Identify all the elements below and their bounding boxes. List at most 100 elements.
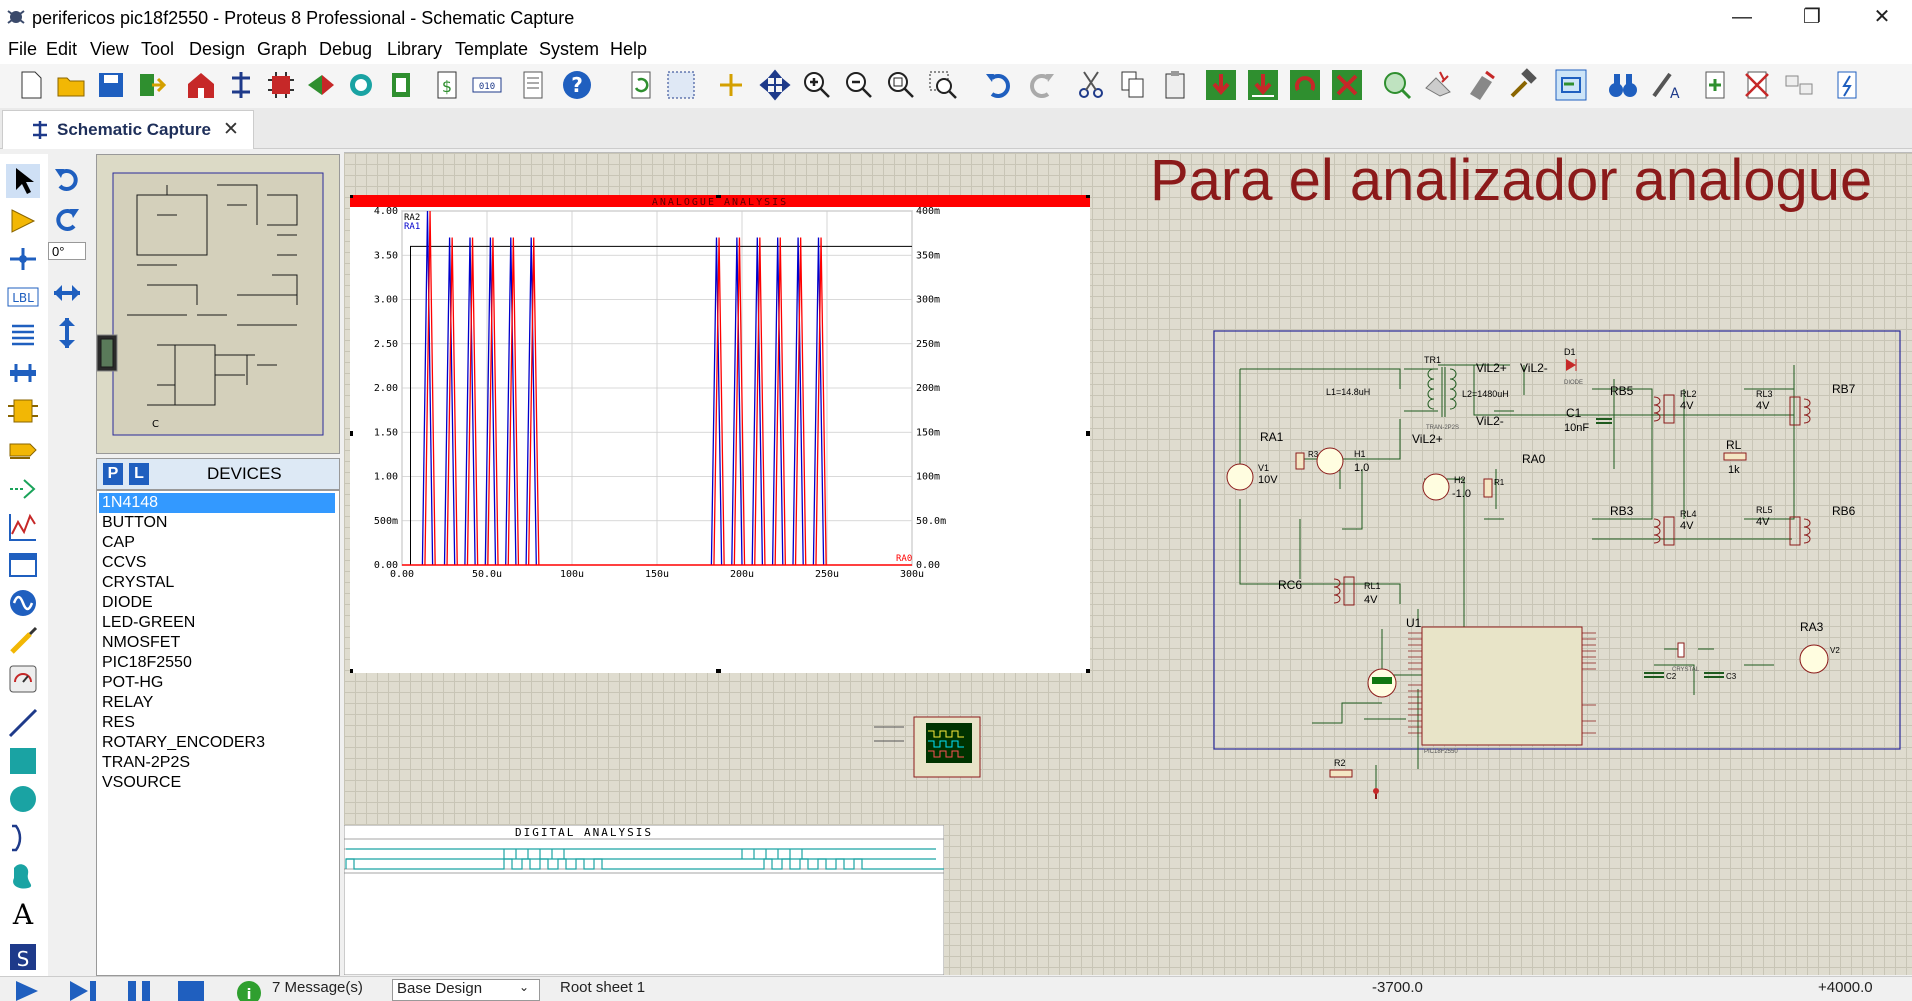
- menu-debug[interactable]: Debug: [319, 39, 372, 60]
- source-code-icon[interactable]: 010: [470, 68, 504, 102]
- undo-icon[interactable]: [982, 68, 1016, 102]
- home-icon[interactable]: [184, 68, 218, 102]
- packaging-tool-icon[interactable]: [1464, 68, 1498, 102]
- tape-recorder-icon[interactable]: [6, 548, 40, 582]
- box-tool-icon[interactable]: [6, 744, 40, 778]
- rotate-anticlockwise-icon[interactable]: [52, 204, 82, 234]
- schematic-icon[interactable]: [224, 68, 258, 102]
- close-project-icon[interactable]: [134, 68, 168, 102]
- help-icon[interactable]: ?: [560, 68, 594, 102]
- text-script-icon[interactable]: [6, 318, 40, 352]
- paste-icon[interactable]: [1158, 68, 1192, 102]
- info-icon[interactable]: i: [232, 979, 266, 1001]
- messages-count[interactable]: 7 Message(s): [272, 979, 363, 996]
- device-list[interactable]: 1N4148 BUTTON CAP CCVS CRYSTAL DIODE LED…: [96, 490, 340, 976]
- save-icon[interactable]: [94, 68, 128, 102]
- virtual-instruments-icon[interactable]: [6, 662, 40, 696]
- play-icon[interactable]: [6, 979, 46, 1001]
- pan-icon[interactable]: [758, 68, 792, 102]
- device-item[interactable]: CRYSTAL: [99, 573, 335, 593]
- exit-to-parent-icon[interactable]: [1782, 68, 1816, 102]
- menu-system[interactable]: System: [539, 39, 599, 60]
- generator-mode-icon[interactable]: [6, 586, 40, 620]
- pause-icon[interactable]: [120, 979, 160, 1001]
- closed-path-tool-icon[interactable]: [6, 858, 40, 892]
- device-pins-icon[interactable]: [6, 472, 40, 506]
- symbol-tool-icon[interactable]: S: [6, 940, 40, 974]
- device-item[interactable]: 1N4148: [99, 493, 335, 513]
- tab-close-button[interactable]: ✕: [223, 118, 239, 141]
- analogue-analysis-graph[interactable]: ANALOGUE ANALYSIS 0.00 0.00500m 50.0m1.00 1…: [350, 195, 1090, 673]
- wire-label-icon[interactable]: LBL: [6, 280, 40, 314]
- block-rotate-icon[interactable]: [1288, 68, 1322, 102]
- close-window-button[interactable]: ✕: [1852, 0, 1912, 36]
- device-item[interactable]: VSOURCE: [99, 773, 335, 793]
- text-tool-icon[interactable]: A: [6, 896, 40, 930]
- device-item[interactable]: TRAN-2P2S: [99, 753, 335, 773]
- voltage-probe-icon[interactable]: [6, 624, 40, 658]
- maximize-button[interactable]: ❐: [1782, 0, 1842, 36]
- graph-mode-icon[interactable]: [6, 510, 40, 544]
- block-move-icon[interactable]: [1246, 68, 1280, 102]
- property-assignment-icon[interactable]: A: [1648, 68, 1682, 102]
- menu-edit[interactable]: Edit: [46, 39, 77, 60]
- cut-icon[interactable]: [1074, 68, 1108, 102]
- search-binoculars-icon[interactable]: [1606, 68, 1640, 102]
- open-folder-icon[interactable]: [54, 68, 88, 102]
- arc-tool-icon[interactable]: [6, 820, 40, 854]
- 3d-viewer-icon[interactable]: [304, 68, 338, 102]
- junction-dot-icon[interactable]: [6, 242, 40, 276]
- refresh-icon[interactable]: [624, 68, 658, 102]
- pcb-icon[interactable]: [264, 68, 298, 102]
- device-item[interactable]: NMOSFET: [99, 633, 335, 653]
- component-mode-icon[interactable]: [6, 204, 40, 238]
- selection-mode-icon[interactable]: [6, 164, 40, 198]
- device-item[interactable]: RELAY: [99, 693, 335, 713]
- decompose-icon[interactable]: [1506, 68, 1540, 102]
- tab-schematic-capture[interactable]: Schematic Capture ✕: [2, 110, 254, 149]
- redo-icon[interactable]: [1024, 68, 1058, 102]
- device-item[interactable]: CCVS: [99, 553, 335, 573]
- design-selector[interactable]: Base Design ⌄: [392, 979, 540, 1001]
- menu-design[interactable]: Design: [189, 39, 245, 60]
- new-file-icon[interactable]: [14, 68, 48, 102]
- copy-icon[interactable]: [1116, 68, 1150, 102]
- schematic-canvas[interactable]: Para el analizador analogue ANALOGUE ANA…: [344, 152, 1912, 975]
- block-copy-icon[interactable]: [1204, 68, 1238, 102]
- step-icon[interactable]: [64, 979, 104, 1001]
- block-delete-icon[interactable]: [1330, 68, 1364, 102]
- digital-analysis-graph[interactable]: DIGITAL ANALYSIS: [344, 825, 944, 975]
- device-item[interactable]: BUTTON: [99, 513, 335, 533]
- rotate-clockwise-icon[interactable]: [52, 164, 82, 194]
- menu-template[interactable]: Template: [455, 39, 528, 60]
- menu-file[interactable]: File: [8, 39, 37, 60]
- mirror-vertical-icon[interactable]: [56, 316, 78, 350]
- rotation-angle-field[interactable]: 0°: [48, 242, 86, 260]
- minimize-button[interactable]: —: [1712, 0, 1772, 36]
- overview-panel[interactable]: C: [96, 154, 340, 454]
- bill-of-materials-icon[interactable]: $: [430, 68, 464, 102]
- remove-sheet-icon[interactable]: [1740, 68, 1774, 102]
- zoom-in-icon[interactable]: [800, 68, 834, 102]
- pick-device-icon[interactable]: [1380, 68, 1414, 102]
- mirror-horizontal-icon[interactable]: [52, 280, 82, 306]
- new-sheet-icon[interactable]: [1698, 68, 1732, 102]
- zoom-out-icon[interactable]: [842, 68, 876, 102]
- oscilloscope-instrument[interactable]: [874, 713, 984, 793]
- menu-tool[interactable]: Tool: [141, 39, 174, 60]
- circuit-schematic[interactable]: TR1 L1=14.8uH L2=1480uH TRAN-2P2S ViL2+ …: [1064, 329, 1912, 799]
- origin-icon[interactable]: [714, 68, 748, 102]
- terminals-icon[interactable]: [6, 434, 40, 468]
- design-rule-check-icon[interactable]: [1830, 68, 1864, 102]
- library-manager-button[interactable]: L: [129, 463, 149, 485]
- device-item[interactable]: DIODE: [99, 593, 335, 613]
- pick-devices-button[interactable]: P: [103, 463, 123, 485]
- gerber-viewer-icon[interactable]: [344, 68, 378, 102]
- device-item[interactable]: ROTARY_ENCODER3: [99, 733, 335, 753]
- device-item[interactable]: LED-GREEN: [99, 613, 335, 633]
- device-item[interactable]: RES: [99, 713, 335, 733]
- wire-autorouter-icon[interactable]: [1554, 68, 1588, 102]
- notes-icon[interactable]: [516, 68, 550, 102]
- device-item[interactable]: CAP: [99, 533, 335, 553]
- subcircuit-icon[interactable]: [6, 394, 40, 428]
